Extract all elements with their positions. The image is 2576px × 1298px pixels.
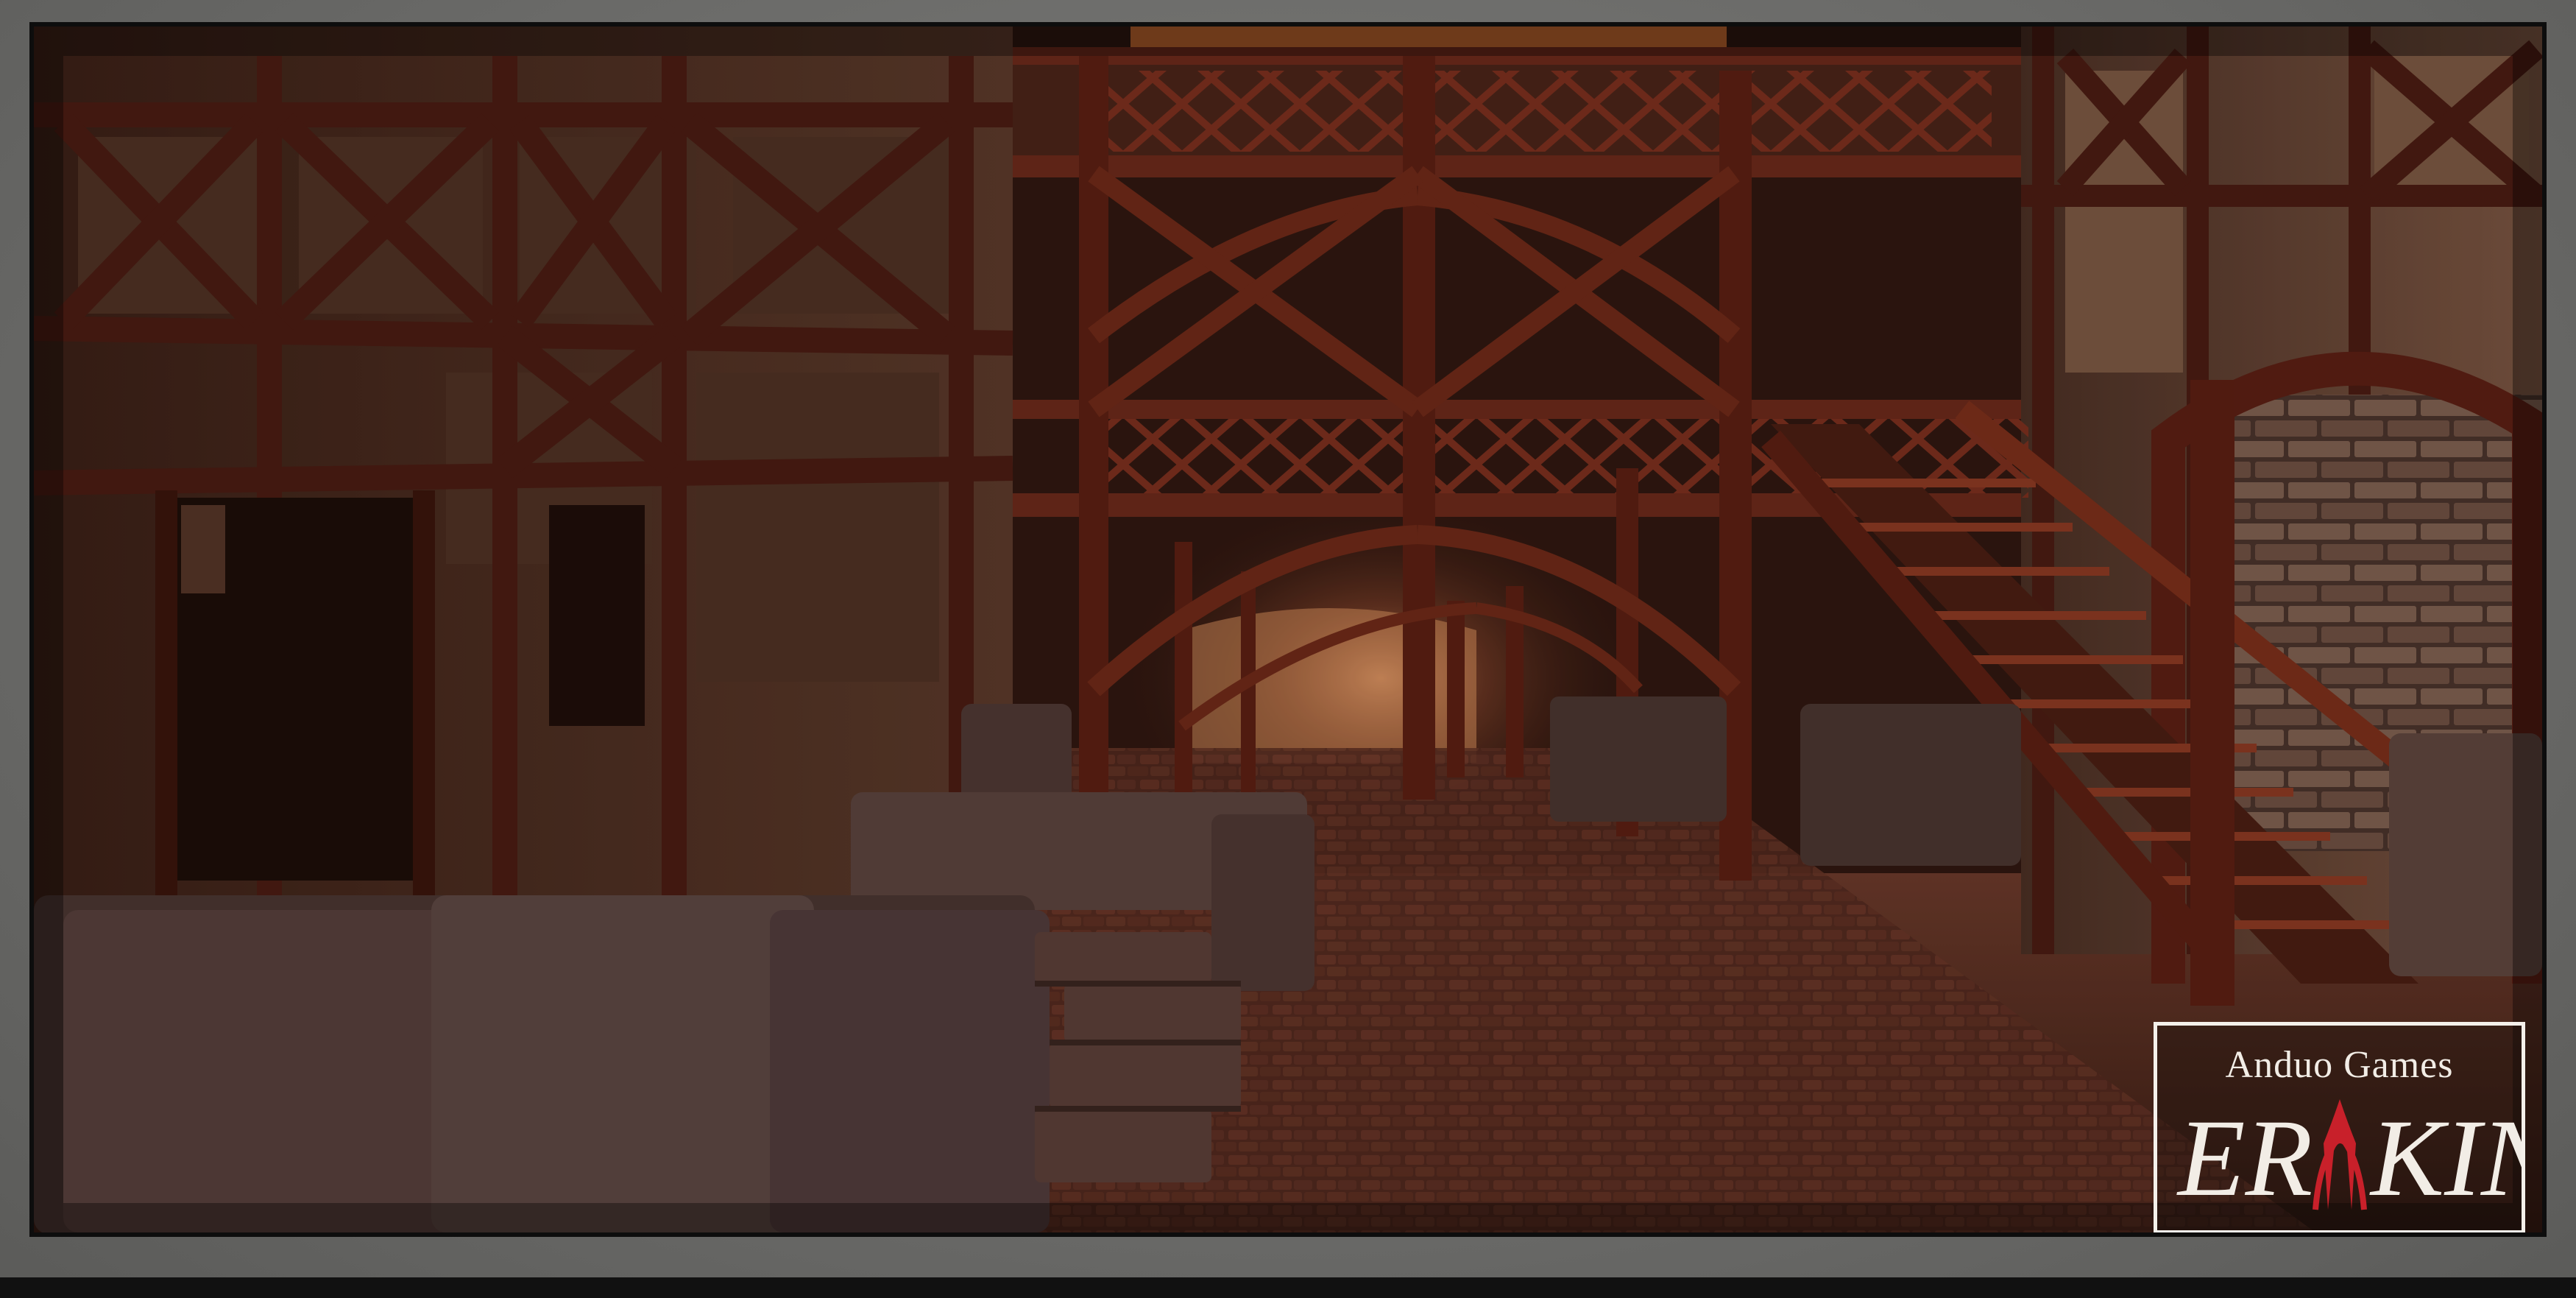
bottom-bar xyxy=(0,1277,2576,1298)
title-left-text: ER xyxy=(2176,1097,2313,1219)
company-name: Anduo Games xyxy=(2225,1044,2454,1086)
title-right-text: KIN xyxy=(2369,1097,2522,1219)
game-viewport: Anduo Games ER KIN xyxy=(29,22,2547,1237)
watermark-logo: Anduo Games ER KIN xyxy=(2154,1022,2525,1232)
screenshot-frame: Anduo Games ER KIN xyxy=(0,0,2576,1298)
game-title-logo: ER KIN xyxy=(2176,1097,2522,1219)
